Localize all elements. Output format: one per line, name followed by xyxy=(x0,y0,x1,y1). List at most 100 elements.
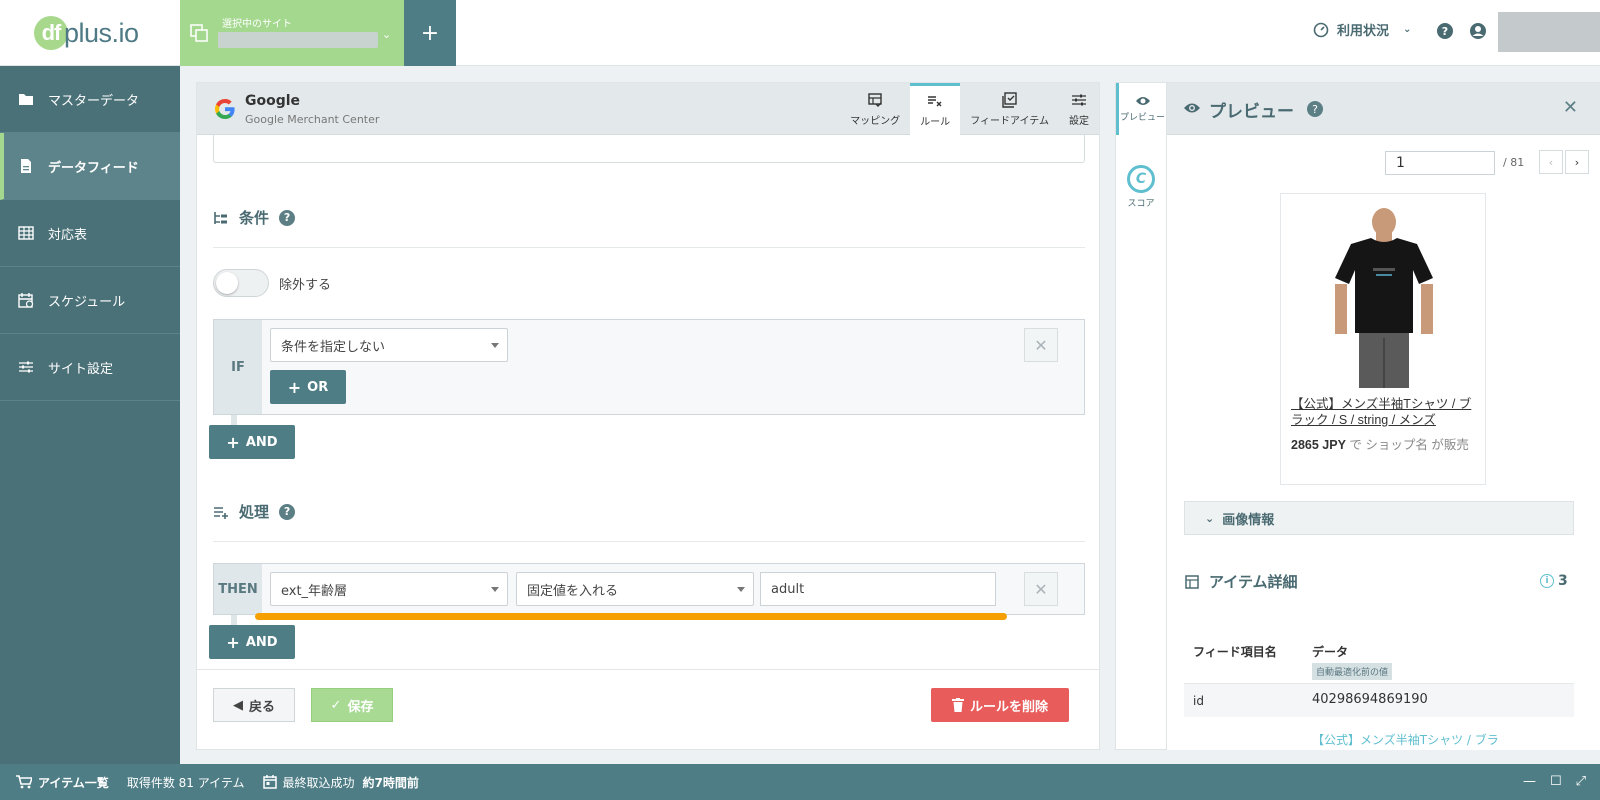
fixed-value-input[interactable]: adult xyxy=(760,572,996,606)
save-button[interactable]: ✓ 保存 xyxy=(311,688,393,722)
avatar[interactable] xyxy=(1498,12,1600,52)
save-button-label: 保存 xyxy=(347,699,374,715)
divider xyxy=(213,541,1085,542)
mapping-icon xyxy=(868,92,882,107)
back-button[interactable]: ◀ 戻る xyxy=(213,688,295,722)
sidebar-item-label: マスターデータ xyxy=(48,93,140,109)
dropdown-arrow-icon xyxy=(491,587,499,592)
rule-editor-panel: Google Google Merchant Center マッピング ルール … xyxy=(196,82,1100,750)
page-total: / 81 xyxy=(1503,156,1525,169)
remove-action-button[interactable]: ✕ xyxy=(1024,572,1058,606)
window-controls: — ☐ ⤢ xyxy=(1523,774,1586,789)
plus-icon: + xyxy=(226,432,240,452)
page-number-input[interactable]: 1 xyxy=(1385,151,1495,175)
google-logo-icon xyxy=(215,99,235,119)
delete-rule-button[interactable]: ルールを削除 xyxy=(931,688,1069,722)
sidebar-item-data-feed[interactable]: データフィード xyxy=(0,133,180,200)
description-textarea[interactable] xyxy=(213,135,1085,163)
prev-page-button[interactable]: ‹ xyxy=(1539,150,1563,174)
rail-score-tab[interactable]: C スコア xyxy=(1116,165,1166,209)
logo[interactable]: df plus.io xyxy=(0,0,180,66)
help-icon[interactable]: ? xyxy=(1307,101,1323,117)
close-icon[interactable]: ✕ xyxy=(1563,97,1578,118)
site-selector[interactable]: 選択中のサイト ⌄ xyxy=(180,0,404,66)
product-title-link[interactable]: 【公式】メンズ半袖Tシャツ / ブラック / S / string / メンズ xyxy=(1291,396,1481,428)
user-icon[interactable] xyxy=(1469,22,1487,40)
then-action-block: THEN ext_年齢層 固定値を入れる adult ✕ xyxy=(213,563,1085,615)
table-icon xyxy=(18,226,34,240)
item-details-title: アイテム詳細 xyxy=(1209,573,1298,591)
sidebar-item-mapping-table[interactable]: 対応表 xyxy=(0,200,180,267)
sidebar: マスターデータ データフィード 対応表 スケジュール サイト設定 xyxy=(0,66,180,764)
tab-label: フィードアイテム xyxy=(970,115,1049,127)
svg-text:?: ? xyxy=(1442,25,1448,38)
column-header-field: フィード項目名 xyxy=(1193,645,1277,659)
item-details-heading: アイテム詳細 xyxy=(1185,571,1298,592)
document-icon xyxy=(21,159,31,173)
sidebar-item-master-data[interactable]: マスターデータ xyxy=(0,66,180,133)
field-select[interactable]: ext_年齢層 xyxy=(270,572,508,606)
cart-icon xyxy=(16,775,32,789)
sidebar-item-site-settings[interactable]: サイト設定 xyxy=(0,334,180,401)
image-info-accordion[interactable]: ⌄ 画像情報 xyxy=(1184,501,1574,535)
price-value: 2865 JPY xyxy=(1291,438,1346,452)
rail-score-label: スコア xyxy=(1127,199,1155,209)
help-icon[interactable]: ? xyxy=(1436,22,1454,40)
pre-optimization-badge: 自動最適化前の値 xyxy=(1312,663,1393,680)
list-add-icon xyxy=(214,506,228,519)
last-import-status: 最終取込成功 約7時間前 xyxy=(262,774,419,791)
add-and-condition-button[interactable]: + AND xyxy=(209,425,295,459)
and-button-label: AND xyxy=(245,434,278,450)
preview-panel: プレビュー ? ✕ 1 / 81 ‹ › 【公式】メンズ半袖Tシャツ / ブラッ… xyxy=(1167,82,1600,750)
condition-select-value: 条件を指定しない xyxy=(281,339,386,355)
sidebar-item-label: スケジュール xyxy=(48,294,126,310)
minimize-icon[interactable]: — xyxy=(1523,774,1536,789)
tab-mapping[interactable]: マッピング xyxy=(840,83,910,135)
row-data-value-truncated: 【公式】メンズ半袖Tシャツ / ブラ xyxy=(1312,733,1499,747)
rail-preview-label: プレビュー xyxy=(1119,113,1165,123)
item-details-count: i 3 xyxy=(1540,573,1568,589)
tab-label: 設定 xyxy=(1069,115,1089,127)
right-rail: プレビュー C スコア xyxy=(1115,82,1167,750)
condition-select[interactable]: 条件を指定しない xyxy=(270,328,508,362)
add-and-action-button[interactable]: + AND xyxy=(209,625,295,659)
tab-settings[interactable]: 設定 xyxy=(1059,83,1099,135)
folder-icon xyxy=(19,94,33,105)
next-page-button[interactable]: › xyxy=(1565,150,1589,174)
exclude-toggle[interactable] xyxy=(213,269,269,297)
if-condition-block: IF 条件を指定しない ✕ + OR xyxy=(213,319,1085,415)
tab-rules[interactable]: ルール xyxy=(910,83,961,135)
sidebar-item-label: サイト設定 xyxy=(48,361,114,377)
info-icon[interactable]: i xyxy=(1540,574,1554,588)
action-select[interactable]: 固定値を入れる xyxy=(516,572,754,606)
add-or-button[interactable]: + OR xyxy=(270,370,346,404)
item-list-button[interactable]: アイテム一覧 xyxy=(16,774,109,791)
process-heading: 処理 ? xyxy=(213,501,296,522)
sidebar-item-schedule[interactable]: スケジュール xyxy=(0,267,180,334)
rail-preview-tab[interactable]: プレビュー xyxy=(1116,83,1166,135)
field-select-value: ext_年齢層 xyxy=(281,583,348,599)
eye-icon xyxy=(1184,103,1200,113)
copy-icon xyxy=(190,24,208,42)
remove-condition-button[interactable]: ✕ xyxy=(1024,328,1058,362)
help-icon[interactable]: ? xyxy=(279,503,296,520)
tab-feed-items[interactable]: フィードアイテム xyxy=(960,83,1059,135)
tab-label: ルール xyxy=(920,117,951,128)
preview-header: プレビュー ? ✕ xyxy=(1167,83,1600,135)
gauge-icon xyxy=(1313,22,1329,37)
tab-bar: マッピング ルール フィードアイテム 設定 xyxy=(840,83,1099,135)
maximize-icon[interactable]: ☐ xyxy=(1550,774,1562,789)
product-image xyxy=(1321,208,1447,388)
dropdown-arrow-icon xyxy=(737,587,745,592)
tab-label: マッピング xyxy=(850,115,901,127)
sliders-icon xyxy=(1072,94,1086,105)
expand-icon[interactable]: ⤢ xyxy=(1576,774,1586,789)
sidebar-item-label: 対応表 xyxy=(48,227,88,243)
help-icon[interactable]: ? xyxy=(279,209,296,226)
sidebar-item-label: データフィード xyxy=(48,160,139,176)
delete-rule-label: ルールを削除 xyxy=(969,699,1048,715)
usage-menu[interactable]: 利用状況 ⌄ xyxy=(1313,20,1411,39)
checklist-icon xyxy=(1001,91,1017,108)
site-name-redacted xyxy=(218,32,378,48)
add-site-button[interactable]: + xyxy=(404,0,456,66)
